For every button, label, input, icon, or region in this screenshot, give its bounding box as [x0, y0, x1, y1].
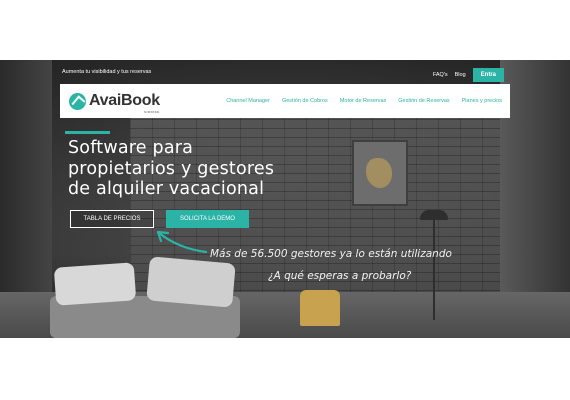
avaibook-logo-icon [69, 92, 86, 110]
headline-accent-bar [65, 131, 110, 134]
main-navigation: AvaiBook SIDDIKE Channel Manager Gestión… [60, 84, 510, 118]
nav-item-gestion-reservas[interactable]: Gestión de Reservas [398, 98, 449, 104]
headline-line: propietarios y gestores [68, 158, 275, 179]
headline-line: Software para [68, 138, 194, 158]
faq-link[interactable]: FAQ's [433, 72, 448, 78]
website-screenshot: Aumenta tu visibilidad y tus reservas FA… [0, 60, 570, 338]
nav-item-planes-precios[interactable]: Planes y precios [462, 98, 502, 104]
wall-painting [352, 140, 408, 206]
logo[interactable]: AvaiBook SIDDIKE [69, 92, 160, 114]
top-links: FAQ's Blog Entra [433, 68, 504, 82]
pillow [53, 262, 137, 306]
users-count-text: Más de 56.500 gestores ya lo están utili… [210, 248, 452, 260]
top-bar: Aumenta tu visibilidad y tus reservas FA… [0, 60, 570, 82]
hero-headline: Software para propietarios y gestores de… [68, 138, 274, 200]
nav-menu: Channel Manager Gestión de Cobros Motor … [226, 98, 502, 104]
curved-arrow-icon [156, 230, 208, 254]
yellow-chair [300, 290, 340, 326]
tagline: Aumenta tu visibilidad y tus reservas [62, 69, 152, 75]
logo-text: AvaiBook SIDDIKE [89, 92, 160, 114]
login-button[interactable]: Entra [472, 68, 504, 82]
nav-item-motor-reservas[interactable]: Motor de Reservas [340, 98, 386, 104]
pillow [146, 256, 236, 308]
blog-link[interactable]: Blog [455, 72, 466, 78]
nav-item-gestion-cobros[interactable]: Gestión de Cobros [282, 98, 328, 104]
nav-item-channel-manager[interactable]: Channel Manager [226, 98, 270, 104]
floor-lamp-shade [420, 210, 448, 220]
logo-name: AvaiBook [89, 92, 160, 109]
headline-line: de alquiler vacacional [68, 179, 265, 199]
floor-lamp-pole [433, 220, 435, 320]
price-table-button[interactable]: TABLA DE PRECIOS [70, 210, 154, 228]
call-to-try-text: ¿A qué esperas a probarlo? [268, 270, 412, 282]
logo-subtext: SIDDIKE [144, 110, 160, 114]
